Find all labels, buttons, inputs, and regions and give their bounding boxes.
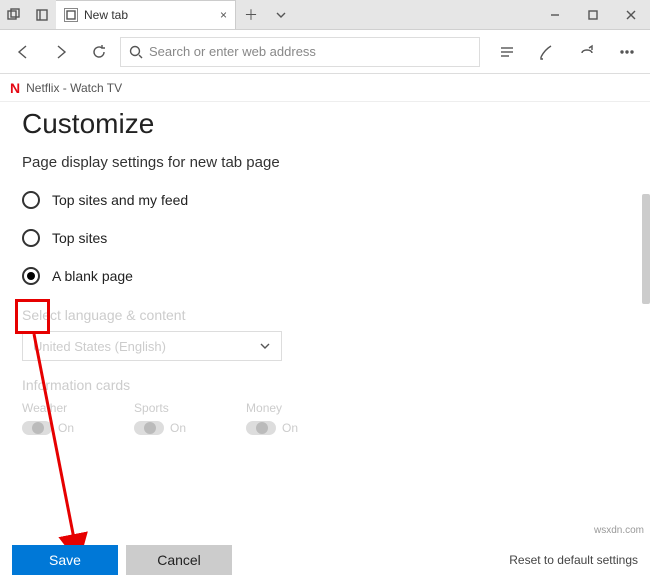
radio-label: Top sites (52, 230, 107, 246)
search-icon (129, 45, 143, 59)
notes-icon[interactable] (530, 35, 564, 69)
tab-close-button[interactable]: × (220, 8, 227, 22)
reset-defaults-link[interactable]: Reset to default settings (509, 553, 638, 567)
address-placeholder: Search or enter web address (149, 44, 316, 59)
more-icon[interactable] (610, 35, 644, 69)
window-titlebar: New tab × ＋ (0, 0, 650, 30)
back-button[interactable] (6, 35, 40, 69)
toggle-state: On (170, 421, 186, 435)
action-bar: Save Cancel Reset to default settings (0, 538, 650, 582)
radio-icon[interactable] (22, 191, 40, 209)
section-subheading: Page display settings for new tab page (22, 154, 628, 171)
option-blank-page[interactable]: A blank page (22, 261, 628, 291)
reading-list-icon[interactable] (490, 35, 524, 69)
tab-preview-icon[interactable] (0, 0, 28, 29)
chevron-down-icon (259, 340, 271, 352)
watermark-text: wsxdn.com (594, 525, 644, 536)
option-top-sites-feed[interactable]: Top sites and my feed (22, 185, 628, 215)
new-tab-button[interactable]: ＋ (236, 0, 266, 29)
radio-icon[interactable] (22, 229, 40, 247)
language-value: United States (English) (33, 339, 166, 354)
favorites-bar: N Netflix - Watch TV (0, 74, 650, 102)
toggle-state: On (282, 421, 298, 435)
card-sports-label: Sports (134, 401, 186, 415)
window-maximize-button[interactable] (574, 0, 612, 29)
card-weather-label: Weather (22, 401, 74, 415)
page-content: N Netflix - Watch TV Customize Page disp… (0, 74, 650, 582)
page-heading: Customize (22, 108, 628, 140)
address-bar[interactable]: Search or enter web address (120, 37, 480, 67)
refresh-button[interactable] (82, 35, 116, 69)
tab-favicon-icon (64, 8, 78, 22)
cards-section-title: Information cards (22, 377, 628, 393)
share-icon[interactable] (570, 35, 604, 69)
language-section-title: Select language & content (22, 307, 628, 323)
card-money-label: Money (246, 401, 298, 415)
money-toggle (246, 421, 276, 435)
browser-tab[interactable]: New tab × (56, 0, 236, 29)
window-minimize-button[interactable] (536, 0, 574, 29)
radio-label: Top sites and my feed (52, 192, 188, 208)
tabs-dropdown-icon[interactable] (266, 0, 296, 29)
bookmark-label[interactable]: Netflix - Watch TV (26, 81, 122, 95)
window-close-button[interactable] (612, 0, 650, 29)
save-button[interactable]: Save (12, 545, 118, 575)
weather-toggle (22, 421, 52, 435)
set-aside-tabs-icon[interactable] (28, 0, 56, 29)
forward-button[interactable] (44, 35, 78, 69)
scrollbar-thumb[interactable] (642, 194, 650, 304)
toggle-state: On (58, 421, 74, 435)
sports-toggle (134, 421, 164, 435)
radio-label: A blank page (52, 268, 133, 284)
language-select: United States (English) (22, 331, 282, 361)
bookmark-favicon-icon: N (10, 80, 20, 96)
nav-toolbar: Search or enter web address (0, 30, 650, 74)
radio-icon[interactable] (22, 267, 40, 285)
tab-title: New tab (84, 8, 214, 22)
cancel-button[interactable]: Cancel (126, 545, 232, 575)
option-top-sites[interactable]: Top sites (22, 223, 628, 253)
